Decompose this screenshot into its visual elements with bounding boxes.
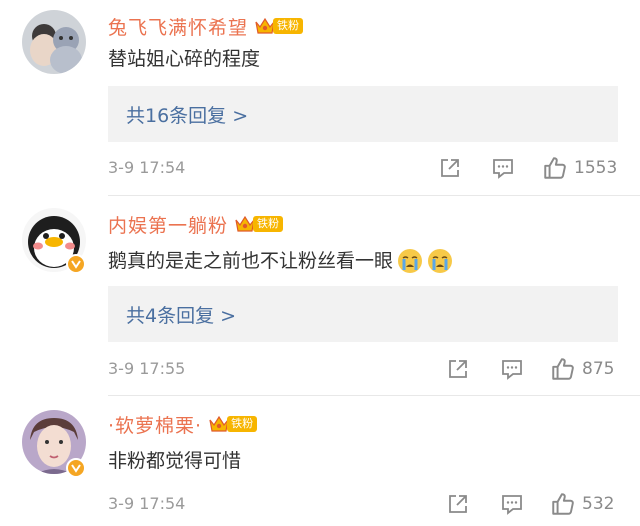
thumbs-up-icon <box>544 157 566 179</box>
fan-badge: 铁粉 <box>254 16 304 36</box>
comment-meta: 3-9 17:54 532 <box>108 491 620 517</box>
comment-item: ·软萝棉栗· 铁粉 非粉都觉得可惜 3-9 17:54 532 <box>0 396 640 526</box>
timestamp: 3-9 17:54 <box>108 158 186 177</box>
comment-icon <box>493 159 513 179</box>
share-icon <box>449 360 467 378</box>
username-row: 内娱第一躺粉 铁粉 <box>108 210 284 238</box>
verified-badge <box>66 254 86 274</box>
comment-icon <box>502 360 522 380</box>
username[interactable]: 内娱第一躺粉 <box>108 211 228 238</box>
reply-button[interactable] <box>500 491 524 517</box>
like-button[interactable]: 532 <box>550 491 614 517</box>
comment-meta: 3-9 17:55 875 <box>108 356 620 382</box>
replies-link[interactable]: 共16条回复 > <box>108 86 618 142</box>
verified-icon <box>71 464 81 473</box>
replies-label: 共16条回复 > <box>126 104 249 127</box>
fan-badge: 铁粉 <box>234 214 284 234</box>
reply-button[interactable] <box>500 356 524 382</box>
fan-badge: 铁粉 <box>208 414 258 434</box>
replies-label: 共4条回复 > <box>126 304 237 327</box>
username-row: 兔飞飞满怀希望 铁粉 <box>108 12 304 40</box>
share-button[interactable] <box>446 491 470 517</box>
like-button[interactable]: 1553 <box>542 155 617 181</box>
share-button[interactable] <box>446 356 470 382</box>
verified-badge <box>66 458 86 478</box>
comment-text: 鹅真的是走之前也不让粉丝看一眼 <box>108 250 394 272</box>
comment-text-row: 鹅真的是走之前也不让粉丝看一眼 <box>108 246 453 276</box>
comment-item: 内娱第一躺粉 铁粉 鹅真的是走之前也不让粉丝看一眼 共4条回复 > 3-9 17… <box>0 196 640 396</box>
username[interactable]: ·软萝棉栗· <box>108 411 202 438</box>
share-icon <box>441 159 459 177</box>
like-count: 1553 <box>574 158 618 178</box>
comment-text: 替站姐心碎的程度 <box>108 48 261 70</box>
username-row: ·软萝棉栗· 铁粉 <box>108 410 258 438</box>
timestamp: 3-9 17:54 <box>108 494 186 513</box>
thumbs-up-icon <box>552 358 574 380</box>
timestamp: 3-9 17:55 <box>108 359 186 378</box>
comment-icon <box>502 495 522 515</box>
avatar-image <box>22 10 86 74</box>
reply-button[interactable] <box>491 155 515 181</box>
like-button[interactable]: 875 <box>550 356 614 382</box>
share-button[interactable] <box>438 155 462 181</box>
fan-badge-label: 铁粉 <box>273 18 304 34</box>
thumbs-up-icon <box>552 493 574 515</box>
username[interactable]: 兔飞飞满怀希望 <box>108 13 248 40</box>
share-icon <box>449 495 467 513</box>
avatar[interactable] <box>22 10 86 74</box>
like-count: 532 <box>582 494 615 514</box>
verified-icon <box>71 260 81 269</box>
comment-meta: 3-9 17:54 1553 <box>108 155 620 181</box>
replies-link[interactable]: 共4条回复 > <box>108 286 618 342</box>
fan-badge-label: 铁粉 <box>253 216 284 232</box>
crying-emoji <box>398 249 423 273</box>
comment-text: 非粉都觉得可惜 <box>108 450 242 472</box>
fan-badge-label: 铁粉 <box>227 416 258 432</box>
comment-item: 兔飞飞满怀希望 铁粉 替站姐心碎的程度 共16条回复 > 3-9 17:54 1… <box>0 0 640 196</box>
like-count: 875 <box>582 359 615 379</box>
crying-emoji <box>428 249 453 273</box>
